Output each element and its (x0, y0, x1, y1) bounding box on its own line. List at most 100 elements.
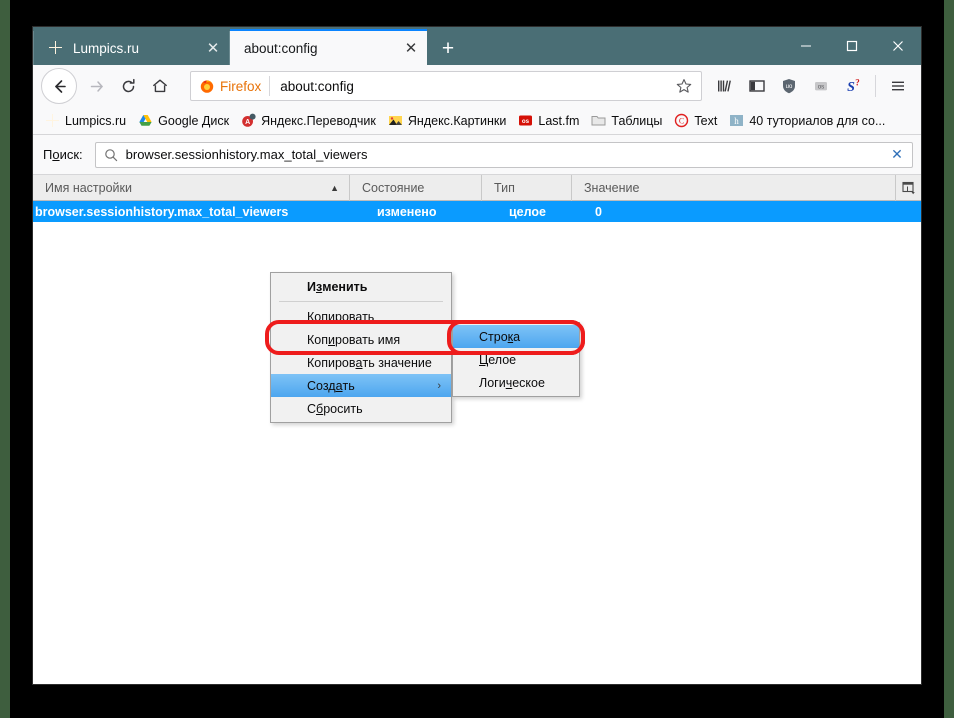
bookmark-text[interactable]: C Text (668, 110, 723, 132)
close-icon[interactable]: ✕ (401, 38, 421, 58)
bookmark-star-icon[interactable] (671, 73, 697, 99)
bookmarks-toolbar: Lumpics.ru Google Диск A Яндекс.Переводч… (33, 107, 921, 135)
cell-value: 0 (595, 204, 602, 219)
submenu-item-integer[interactable]: Целое (453, 348, 579, 371)
hamburger-menu-icon[interactable] (883, 71, 913, 101)
menu-item-copy-value[interactable]: Копиров а ть значение (271, 351, 451, 374)
column-header-value[interactable]: Значение (571, 174, 895, 201)
cell-name: browser.sessionhistory.max_total_viewers (35, 204, 289, 219)
column-label: Имя настройки (45, 180, 132, 195)
tab-label: about:config (244, 40, 318, 56)
tab-about-config[interactable]: about:config ✕ (230, 29, 427, 65)
lastfm-icon: os (518, 113, 533, 128)
bookmark-yandex-translate[interactable]: A Яндекс.Переводчик (235, 110, 382, 132)
google-drive-icon (138, 113, 153, 128)
menu-item-copy[interactable]: Ко п ировать (271, 305, 451, 328)
column-header-name[interactable]: Имя настройки ▲ (33, 175, 349, 201)
cell-state: изменено (377, 204, 437, 219)
clear-search-icon[interactable]: ✕ (888, 146, 906, 163)
bookmark-label: 40 туториалов для со... (749, 113, 886, 128)
close-icon[interactable]: ✕ (203, 38, 223, 58)
column-header-state[interactable]: Состояние (349, 174, 481, 201)
maximize-icon[interactable] (829, 27, 875, 65)
library-icon[interactable] (710, 71, 740, 101)
back-button[interactable] (41, 68, 77, 104)
close-icon[interactable] (875, 27, 921, 65)
table-row[interactable]: browser.sessionhistory.max_total_viewers… (33, 201, 921, 222)
svg-text:os: os (818, 83, 825, 90)
identity-label: Firefox (220, 78, 262, 94)
bookmark-label: Text (694, 113, 718, 128)
search-icon (104, 148, 118, 162)
os-badge-icon[interactable]: os (806, 71, 836, 101)
tab-strip: Lumpics.ru ✕ about:config ✕ + (33, 27, 921, 65)
context-menu: Из менить Ко п ировать Коп и ровать имя Копир… (270, 272, 452, 423)
bookmark-label: Таблицы (611, 113, 663, 128)
bookmark-label: Яндекс.Картинки (407, 113, 507, 128)
url-text[interactable]: about:config (270, 79, 671, 94)
bookmark-40-tutorials[interactable]: h 40 туториалов для со... (723, 110, 891, 132)
window-controls (783, 27, 921, 65)
search-label: Поиск: (43, 147, 83, 162)
svg-text:A: A (245, 119, 250, 126)
s-logo-icon[interactable]: S? (838, 71, 868, 101)
svg-text:C: C (679, 116, 684, 125)
column-label: Состояние (362, 180, 425, 195)
yandex-images-icon (388, 113, 403, 128)
home-button[interactable] (144, 70, 176, 102)
sidebar-icon[interactable] (742, 71, 772, 101)
column-header-type[interactable]: Тип (481, 174, 571, 201)
navigation-toolbar: Firefox about:config uo os S ? (33, 65, 921, 107)
new-tab-button[interactable]: + (429, 33, 467, 65)
search-row: Поиск: browser.sessionhistory.max_total_… (33, 135, 921, 175)
toolbar-separator (875, 75, 876, 97)
identity-box[interactable]: Firefox (199, 76, 271, 96)
cell-type: целое (509, 204, 546, 219)
svg-text:h: h (735, 116, 740, 126)
svg-text:S: S (847, 80, 855, 95)
firefox-logo-icon (200, 80, 214, 93)
table-header: Имя настройки ▲ Состояние Тип Значение (33, 174, 921, 201)
prefs-content-area: Из менить Ко п ировать Коп и ровать имя Копир… (33, 222, 921, 634)
bookmark-yandex-images[interactable]: Яндекс.Картинки (382, 110, 512, 132)
tab-label: Lumpics.ru (73, 40, 140, 56)
bookmark-tables[interactable]: Таблицы (585, 110, 668, 132)
menu-separator (279, 301, 443, 302)
bookmark-lastfm[interactable]: os Last.fm (512, 110, 585, 132)
toolbar-icons: uo os S? (710, 71, 913, 101)
ublock-shield-icon[interactable]: uo (774, 71, 804, 101)
desktop-edge-left (0, 0, 10, 718)
bookmark-google-drive[interactable]: Google Диск (132, 110, 235, 132)
menu-item-create[interactable]: Созд а ть › (271, 374, 451, 397)
minimize-icon[interactable] (783, 27, 829, 65)
copyright-c-icon: C (674, 113, 689, 128)
bookmark-lumpics[interactable]: Lumpics.ru (39, 110, 132, 132)
sort-ascending-icon: ▲ (330, 182, 339, 193)
column-label: Значение (584, 180, 640, 195)
column-label: Тип (494, 180, 515, 195)
address-bar[interactable]: Firefox about:config (190, 71, 702, 101)
bookmark-label: Яндекс.Переводчик (261, 113, 376, 128)
search-input-value: browser.sessionhistory.max_total_viewers (125, 147, 368, 162)
reload-button[interactable] (112, 70, 144, 102)
svg-text:os: os (522, 118, 530, 125)
folder-icon (591, 113, 606, 128)
firefox-window: Lumpics.ru ✕ about:config ✕ + Firefox ab… (33, 27, 921, 684)
svg-text:uo: uo (786, 84, 793, 90)
menu-item-copy-name[interactable]: Коп и ровать имя (271, 328, 451, 351)
bookmark-label: Last.fm (538, 113, 580, 128)
tab-lumpics[interactable]: Lumpics.ru ✕ (33, 31, 230, 65)
desktop-edge-right (944, 0, 954, 718)
create-submenu: Стро к а Целое Логи ч еское (452, 322, 580, 397)
bookmark-label: Lumpics.ru (65, 113, 127, 128)
menu-item-edit[interactable]: Из менить (271, 275, 451, 298)
column-picker-icon[interactable] (895, 174, 921, 201)
svg-text:?: ? (855, 78, 860, 88)
menu-item-reset[interactable]: Сб росить (271, 397, 451, 420)
chevron-right-icon: › (437, 379, 441, 392)
habr-h-icon: h (729, 113, 744, 128)
forward-button (80, 70, 112, 102)
submenu-item-string[interactable]: Стро к а (453, 325, 579, 348)
submenu-item-boolean[interactable]: Логи ч еское (453, 371, 579, 394)
search-input[interactable]: browser.sessionhistory.max_total_viewers… (94, 141, 913, 168)
